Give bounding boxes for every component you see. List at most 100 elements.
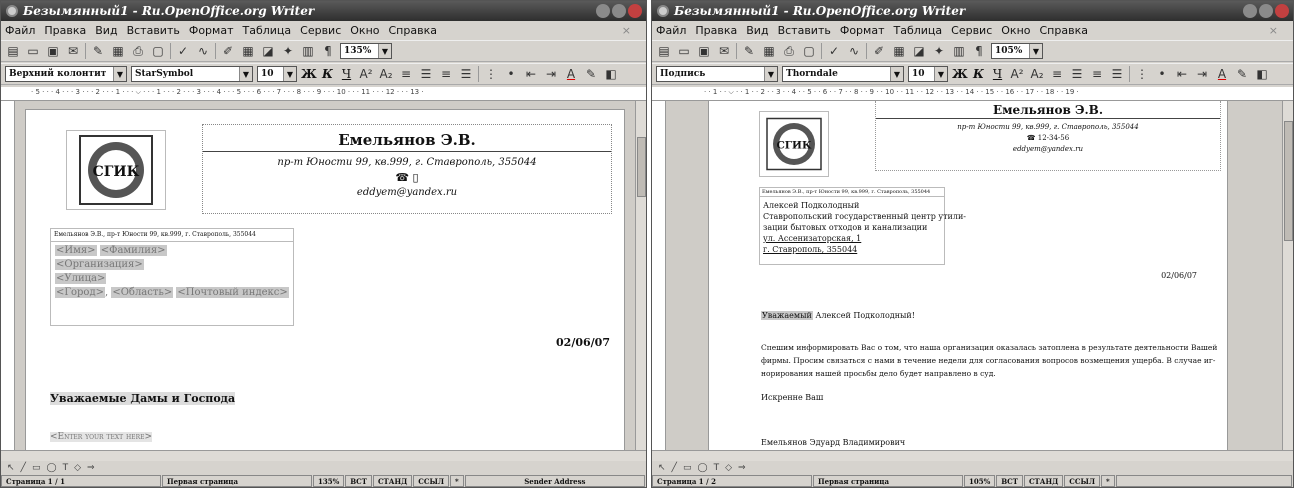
chevron-down-icon[interactable]: ▼ <box>890 67 903 81</box>
table-icon[interactable]: ▦ <box>240 44 256 59</box>
decrease-indent-icon[interactable]: ⇤ <box>523 67 539 82</box>
highlight-icon[interactable]: ✎ <box>583 67 599 82</box>
maximize-icon[interactable] <box>1259 4 1273 18</box>
menu-tools[interactable]: Сервис <box>951 24 992 37</box>
sender-frame[interactable]: Емельянов Э.В. пр-т Юности 99, кв.999, г… <box>202 124 612 214</box>
field-name[interactable]: <Имя> <box>55 245 97 256</box>
ellipse-icon[interactable]: ◯ <box>46 463 56 473</box>
chevron-down-icon[interactable]: ▼ <box>764 67 777 81</box>
horizontal-scrollbar[interactable] <box>1 450 646 461</box>
background-color-icon[interactable]: ◧ <box>603 67 619 82</box>
menu-table[interactable]: Таблица <box>242 24 291 37</box>
field-region[interactable]: <Область> <box>111 287 174 298</box>
draw-functions-icon[interactable]: ◪ <box>260 44 276 59</box>
spellcheck-icon[interactable]: ✓ <box>175 44 191 59</box>
format-paintbrush-icon[interactable]: ✐ <box>220 44 236 59</box>
app-icon[interactable] <box>6 5 18 17</box>
vertical-scrollbar[interactable] <box>1282 101 1293 453</box>
status-page[interactable]: Страница 1 / 1 <box>1 475 161 487</box>
menu-format[interactable]: Формат <box>189 24 234 37</box>
company-logo[interactable]: СГИК <box>66 130 166 210</box>
close-icon[interactable] <box>1275 4 1289 18</box>
menu-tools[interactable]: Сервис <box>300 24 341 37</box>
page-preview-icon[interactable]: ▢ <box>801 44 817 59</box>
numbering-icon[interactable]: ⋮ <box>1134 67 1150 82</box>
text-icon[interactable]: T <box>63 463 69 473</box>
status-page[interactable]: Страница 1 / 2 <box>652 475 812 487</box>
increase-indent-icon[interactable]: ⇥ <box>1194 67 1210 82</box>
email-icon[interactable]: ✉ <box>65 44 81 59</box>
app-icon[interactable] <box>657 5 669 17</box>
minimize-icon[interactable] <box>596 4 610 18</box>
close-document-icon[interactable]: × <box>1269 24 1278 37</box>
horizontal-scrollbar[interactable] <box>652 450 1293 461</box>
minimize-icon[interactable] <box>1243 4 1257 18</box>
menu-window[interactable]: Окно <box>350 24 379 37</box>
increase-indent-icon[interactable]: ⇥ <box>543 67 559 82</box>
menu-help[interactable]: Справка <box>1040 24 1088 37</box>
field-surname[interactable]: <Фамилия> <box>99 245 167 256</box>
edit-file-icon[interactable]: ✎ <box>741 44 757 59</box>
menu-view[interactable]: Вид <box>746 24 768 37</box>
underline-icon[interactable]: Ч <box>990 67 1005 81</box>
body-placeholder[interactable]: <Enter your text here> <box>50 432 153 442</box>
formatting-marks-icon[interactable]: ¶ <box>320 44 336 59</box>
chevron-down-icon[interactable]: ▼ <box>378 44 391 58</box>
menu-help[interactable]: Справка <box>389 24 437 37</box>
field-postcode[interactable]: <Почтовый индекс> <box>176 287 289 298</box>
underline-icon[interactable]: Ч <box>339 67 354 81</box>
spellcheck-icon[interactable]: ✓ <box>826 44 842 59</box>
horizontal-ruler[interactable]: · · 1 · · ⌵ · · 1 · · 2 · · 3 · · 4 · · … <box>652 87 1293 101</box>
justify-icon[interactable]: ☰ <box>458 67 474 82</box>
paragraph-style-combo[interactable]: Подпись ▼ <box>656 66 778 82</box>
justify-icon[interactable]: ☰ <box>1109 67 1125 82</box>
format-paintbrush-icon[interactable]: ✐ <box>871 44 887 59</box>
scroll-thumb[interactable] <box>637 137 646 197</box>
table-icon[interactable]: ▦ <box>891 44 907 59</box>
vertical-ruler[interactable] <box>1 101 15 453</box>
status-insert-mode[interactable]: ВСТ <box>996 475 1023 487</box>
save-icon[interactable]: ▣ <box>696 44 712 59</box>
gallery-icon[interactable]: ▥ <box>951 44 967 59</box>
font-color-icon[interactable]: A <box>1214 67 1230 82</box>
font-color-icon[interactable]: A <box>563 67 579 82</box>
align-left-icon[interactable]: ≡ <box>398 67 414 82</box>
italic-icon[interactable]: К <box>971 67 986 81</box>
status-selection-mode[interactable]: СТАНД <box>1023 475 1064 487</box>
line-icon[interactable]: ╱ <box>672 463 677 473</box>
chevron-down-icon[interactable]: ▼ <box>239 67 252 81</box>
align-left-icon[interactable]: ≡ <box>1049 67 1065 82</box>
rectangle-icon[interactable]: ▭ <box>683 463 692 473</box>
menu-format[interactable]: Формат <box>840 24 885 37</box>
menu-table[interactable]: Таблица <box>893 24 942 37</box>
chevron-down-icon[interactable]: ▼ <box>934 67 947 81</box>
highlight-icon[interactable]: ✎ <box>1234 67 1250 82</box>
italic-icon[interactable]: К <box>320 67 335 81</box>
menu-edit[interactable]: Правка <box>44 24 86 37</box>
align-right-icon[interactable]: ≡ <box>438 67 454 82</box>
status-selection-mode[interactable]: СТАНД <box>372 475 413 487</box>
numbering-icon[interactable]: ⋮ <box>483 67 499 82</box>
document-page[interactable]: СГИК Емельянов Э.В. пр-т Юности 99, кв.9… <box>708 101 1228 455</box>
new-document-icon[interactable]: ▤ <box>5 44 21 59</box>
arrows-icon[interactable]: ⇒ <box>738 463 746 473</box>
field-city[interactable]: <Город> <box>55 287 105 298</box>
font-name-combo[interactable]: StarSymbol ▼ <box>131 66 253 82</box>
status-hyperlink-mode[interactable]: ССЫЛ <box>1064 475 1101 487</box>
letter-greeting[interactable]: Уважаемые Дамы и Господа <box>50 392 236 405</box>
address-frame[interactable]: Емельянов Э.В., пр-т Юности 99, кв.999, … <box>50 228 294 326</box>
autospell-icon[interactable]: ∿ <box>195 44 211 59</box>
decrease-indent-icon[interactable]: ⇤ <box>1174 67 1190 82</box>
field-street[interactable]: <Улица> <box>55 273 107 284</box>
menu-view[interactable]: Вид <box>95 24 117 37</box>
autospell-icon[interactable]: ∿ <box>846 44 862 59</box>
status-hyperlink-mode[interactable]: ССЫЛ <box>413 475 450 487</box>
status-zoom[interactable]: 135% <box>313 475 345 487</box>
menu-file[interactable]: Файл <box>656 24 686 37</box>
text-icon[interactable]: T <box>714 463 720 473</box>
select-icon[interactable]: ↖ <box>7 463 15 473</box>
open-icon[interactable]: ▭ <box>25 44 41 59</box>
greeting-field[interactable]: Уважаемый <box>761 311 813 320</box>
chevron-down-icon[interactable]: ▼ <box>113 67 126 81</box>
formatting-marks-icon[interactable]: ¶ <box>971 44 987 59</box>
